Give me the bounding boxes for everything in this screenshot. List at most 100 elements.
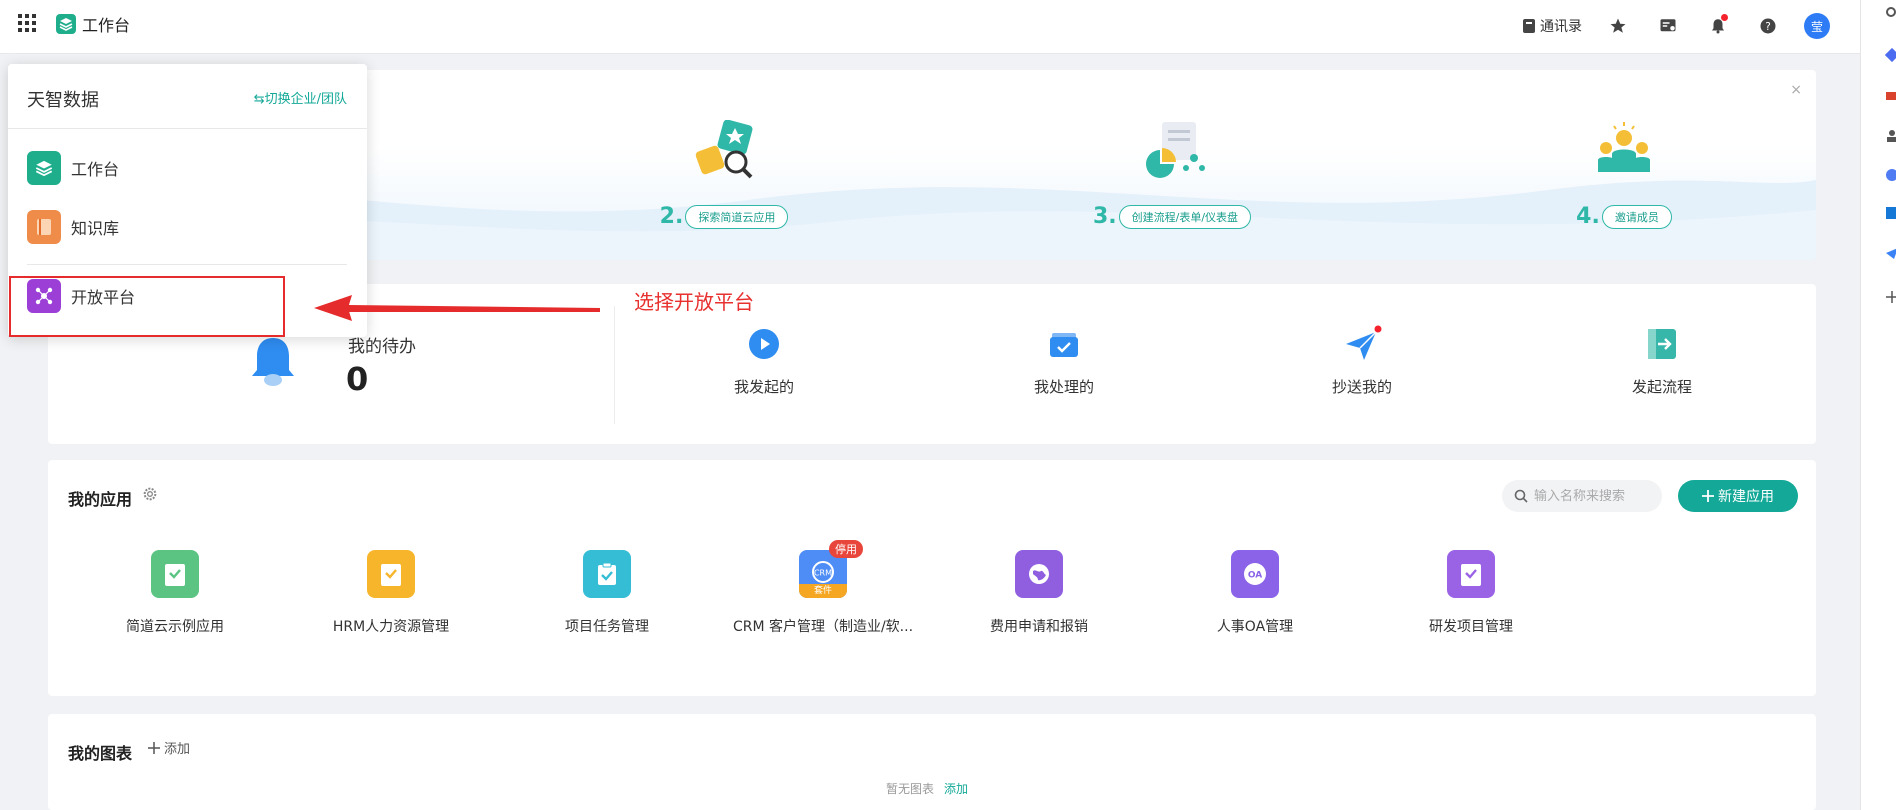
- app-icon: CRM 停用 套件: [799, 540, 863, 598]
- send-icon[interactable]: [1885, 246, 1896, 260]
- step-invite-members[interactable]: 4. 邀请成员: [1534, 120, 1714, 229]
- my-apps-panel: 我的应用 新建应用 简道云示例应用 HRM人力资源管理 项目任务管理 CRM 停…: [48, 460, 1816, 696]
- play-circle-icon: [749, 329, 779, 359]
- add-chart-label: 添加: [164, 742, 191, 757]
- help-button[interactable]: ?: [1754, 12, 1782, 40]
- step-number: 4.: [1576, 204, 1600, 229]
- todo-processed[interactable]: 我处理的: [984, 324, 1144, 397]
- copilot-icon[interactable]: [1885, 168, 1896, 182]
- help-icon: ?: [1760, 18, 1776, 34]
- step-number: 3.: [1092, 204, 1117, 229]
- app-name: 项目任务管理: [565, 619, 649, 635]
- gear-icon[interactable]: [142, 486, 158, 502]
- invite-members-illustration: [1598, 122, 1650, 172]
- app-grid-icon[interactable]: [18, 14, 36, 32]
- person-icon[interactable]: [1885, 128, 1896, 142]
- oa-icon-text: OA: [1248, 571, 1262, 581]
- workbench-logo-icon: [56, 14, 76, 34]
- app-item[interactable]: 费用申请和报销: [944, 550, 1134, 636]
- step-label[interactable]: 邀请成员: [1601, 204, 1672, 229]
- todo-item-label: 发起流程: [1631, 378, 1692, 396]
- create-flow-illustration: [1146, 122, 1205, 178]
- disabled-badge: 停用: [829, 540, 863, 558]
- apps-title: 我的应用: [68, 490, 133, 509]
- annotation-arrow: [314, 295, 600, 321]
- form-check-icon: [1461, 564, 1481, 586]
- app-icon: [583, 550, 631, 598]
- app-name: 简道云示例应用: [126, 619, 224, 635]
- step-create-flow[interactable]: 3. 创建流程/表单/仪表盘: [1082, 120, 1262, 229]
- form-check-icon: [381, 564, 401, 586]
- app-name: HRM人力资源管理: [332, 619, 450, 635]
- new-app-label: 新建应用: [1718, 489, 1774, 505]
- contacts-label: 通讯录: [1540, 19, 1582, 35]
- app-name: CRM 客户管理（制造业/软...: [732, 619, 914, 635]
- add-chart-button[interactable]: 添加: [148, 738, 190, 757]
- start-flow-icon: [1648, 329, 1676, 359]
- app-item[interactable]: 研发项目管理: [1376, 550, 1566, 636]
- app-item[interactable]: CRM 停用 套件 CRM 客户管理（制造业/软...: [728, 540, 918, 636]
- empty-text: 暂无图表: [886, 782, 935, 796]
- outlook-icon[interactable]: [1885, 206, 1896, 220]
- globe-icon: [1029, 564, 1049, 584]
- charts-title: 我的图表: [68, 744, 133, 763]
- todo-initiated[interactable]: 我发起的: [684, 324, 844, 397]
- my-charts-panel: 我的图表 添加 暂无图表 添加: [48, 714, 1816, 810]
- todo-item-label: 我处理的: [1033, 378, 1094, 396]
- app-search[interactable]: [1502, 480, 1662, 512]
- new-app-button[interactable]: 新建应用: [1678, 480, 1798, 512]
- todo-count[interactable]: 0: [346, 360, 368, 398]
- dropdown-item-knowledge-base[interactable]: 知识库: [27, 210, 119, 244]
- step-explore-apps[interactable]: 2. 探索简道云应用: [634, 119, 814, 229]
- todo-start-flow[interactable]: 发起流程: [1582, 324, 1742, 397]
- app-item[interactable]: 项目任务管理: [512, 550, 702, 636]
- dropdown-divider: [27, 264, 347, 265]
- plus-icon: [148, 741, 160, 754]
- browser-extension-strip: [1860, 0, 1896, 810]
- search-icon: [1514, 489, 1528, 503]
- dropdown-item-label: 知识库: [71, 219, 120, 238]
- app-icon: [1447, 550, 1495, 598]
- org-name: 天智数据: [27, 90, 99, 111]
- favorites-button[interactable]: [1604, 12, 1632, 40]
- step-label[interactable]: 探索简道云应用: [685, 204, 789, 229]
- app-item[interactable]: OA 人事OA管理: [1160, 550, 1350, 636]
- app-item[interactable]: 简道云示例应用: [80, 550, 270, 636]
- top-bar: 工作台 通讯录 ? 莹: [0, 0, 1860, 54]
- dropdown-item-label: 工作台: [71, 160, 120, 179]
- plus-icon: [1702, 490, 1714, 502]
- add-icon[interactable]: [1885, 290, 1896, 304]
- toolbox-icon[interactable]: [1885, 88, 1896, 102]
- star-icon: [1610, 18, 1626, 33]
- app-name: 费用申请和报销: [990, 619, 1088, 635]
- book-icon: [27, 210, 61, 244]
- top-right-toolbar: 通讯录 ? 莹: [1522, 12, 1830, 40]
- step-label[interactable]: 创建流程/表单/仪表盘: [1118, 204, 1252, 229]
- step-number: 2.: [659, 204, 684, 229]
- contacts-button[interactable]: 通讯录: [1522, 16, 1582, 36]
- annotation-text: 选择开放平台: [634, 290, 754, 314]
- todo-cc[interactable]: 抄送我的: [1282, 324, 1442, 397]
- empty-add-link[interactable]: 添加: [944, 782, 968, 796]
- app-name: 人事OA管理: [1216, 619, 1294, 635]
- avatar[interactable]: 莹: [1804, 13, 1830, 39]
- bell-icon: [252, 338, 294, 386]
- switch-org-link[interactable]: ⇆切换企业/团队: [254, 88, 347, 107]
- svg-text:?: ?: [1765, 21, 1771, 33]
- messages-button[interactable]: [1654, 12, 1682, 40]
- inbox-check-icon: [1050, 333, 1078, 357]
- notifications-button[interactable]: [1704, 12, 1732, 40]
- tag-icon[interactable]: [1885, 48, 1896, 62]
- banner-close-button[interactable]: ×: [1790, 82, 1802, 98]
- dropdown-item-workbench[interactable]: 工作台: [27, 151, 119, 185]
- message-box-icon: [1660, 19, 1676, 32]
- app-item[interactable]: HRM人力资源管理: [296, 550, 486, 636]
- notification-dot: [1721, 14, 1728, 21]
- contacts-icon: [1523, 19, 1535, 33]
- crm-icon-text: CRM: [814, 569, 832, 578]
- oa-icon: OA: [1244, 563, 1266, 585]
- search-icon[interactable]: [1885, 6, 1896, 20]
- brand[interactable]: 工作台: [56, 12, 130, 36]
- form-check-icon: [165, 564, 185, 586]
- search-input[interactable]: [1534, 488, 1654, 504]
